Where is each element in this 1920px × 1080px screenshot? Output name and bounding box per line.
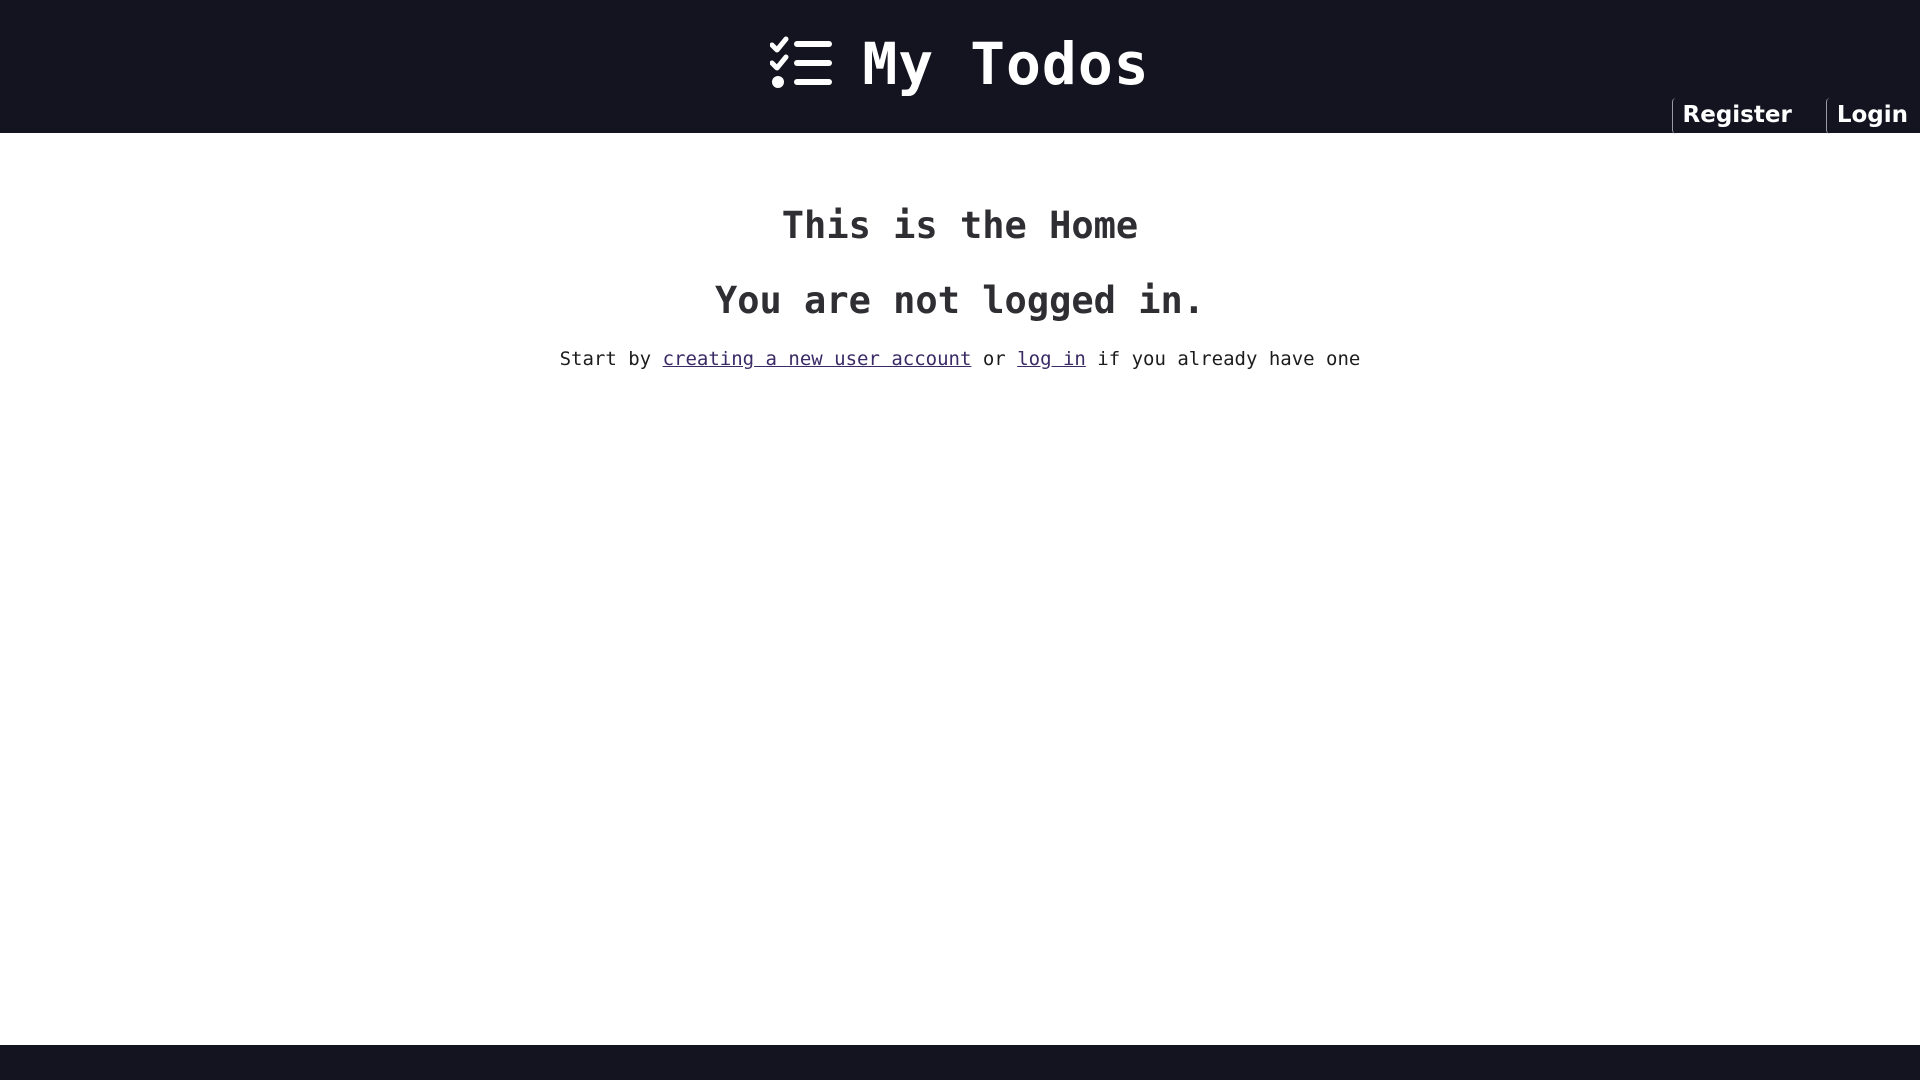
app-title: My Todos [862, 30, 1150, 98]
register-link[interactable]: Register [1671, 98, 1796, 134]
app-footer [0, 1045, 1920, 1080]
getting-started-hint: Start by creating a new user account or … [0, 346, 1920, 372]
checklist-icon [770, 36, 833, 88]
login-link[interactable]: Login [1825, 98, 1912, 134]
login-status-heading: You are not logged in. [714, 279, 1206, 322]
log-in-link[interactable]: log in [1017, 348, 1086, 370]
app-header: My Todos Register Login [0, 0, 1920, 134]
hint-middle: or [971, 348, 1018, 370]
home-heading: This is the Home [781, 204, 1139, 247]
top-nav: Register Login [1671, 98, 1912, 134]
hint-suffix: if you already have one [1085, 348, 1361, 370]
brand: My Todos [0, 0, 1920, 128]
hint-prefix: Start by [559, 348, 663, 370]
create-account-link[interactable]: creating a new user account [663, 348, 972, 370]
main-content: This is the Home You are not logged in. … [0, 133, 1920, 372]
